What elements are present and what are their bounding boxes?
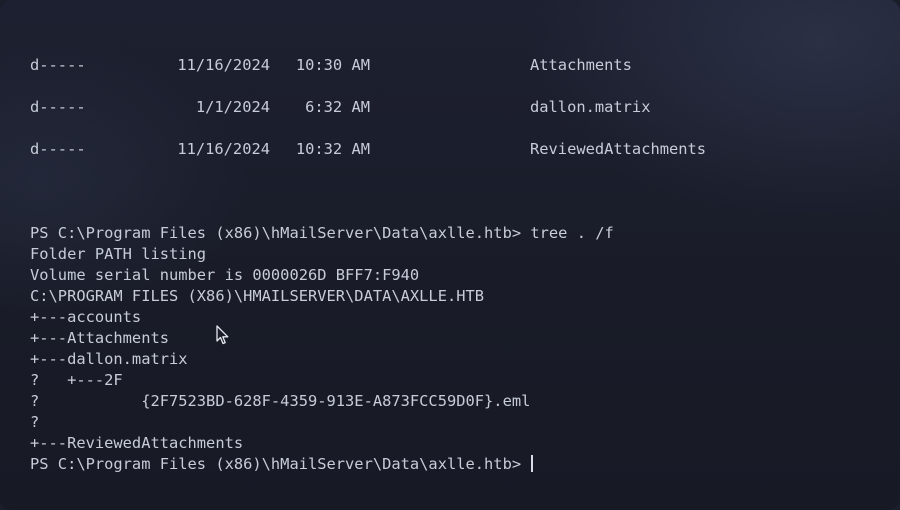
mouse-pointer-icon bbox=[216, 325, 229, 345]
tree-line: ? bbox=[30, 413, 40, 431]
tree-line: ? +---2F bbox=[30, 371, 123, 389]
dir-entry-name: dallon.matrix bbox=[530, 98, 651, 116]
dir-entry-time: 6:32 AM bbox=[305, 98, 370, 116]
dir-entry-time: 10:30 AM bbox=[295, 56, 370, 74]
output-line: Folder PATH listing bbox=[30, 245, 207, 263]
prompt-line[interactable]: PS C:\Program Files (x86)\hMailServer\Da… bbox=[30, 454, 870, 475]
dir-entry-mode: d----- bbox=[30, 140, 86, 158]
tree-line: ? {2F7523BD-628F-4359-913E-A873FCC59D0F}… bbox=[30, 392, 531, 410]
tree-line: +---dallon.matrix bbox=[30, 350, 188, 368]
dir-entry-name: ReviewedAttachments bbox=[530, 140, 707, 158]
dir-entry: d----- 11/16/2024 10:32 AM ReviewedAttac… bbox=[30, 139, 790, 160]
dir-entry-date: 11/16/2024 bbox=[177, 140, 270, 158]
output-line: Volume serial number is 0000026D BFF7:F9… bbox=[30, 266, 420, 284]
prompt-text: PS C:\Program Files (x86)\hMailServer\Da… bbox=[30, 455, 531, 473]
tree-line: +---ReviewedAttachments bbox=[30, 434, 244, 452]
directory-listing: d----- 11/16/2024 10:30 AM Attachments d… bbox=[30, 55, 790, 181]
tree-line: +---Attachments bbox=[30, 329, 169, 347]
dir-entry-name: Attachments bbox=[530, 56, 632, 74]
terminal-output: PS C:\Program Files (x86)\hMailServer\Da… bbox=[30, 223, 870, 475]
command-line: PS C:\Program Files (x86)\hMailServer\Da… bbox=[30, 224, 614, 242]
dir-entry-date: 1/1/2024 bbox=[195, 98, 270, 116]
tree-line: +---accounts bbox=[30, 308, 142, 326]
dir-entry-mode: d----- bbox=[30, 56, 86, 74]
dir-entry: d----- 1/1/2024 6:32 AM dallon.matrix bbox=[30, 97, 790, 118]
text-cursor bbox=[531, 455, 534, 472]
dir-entry-date: 11/16/2024 bbox=[177, 56, 270, 74]
output-line: C:\PROGRAM FILES (X86)\HMAILSERVER\DATA\… bbox=[30, 287, 485, 305]
dir-entry: d----- 11/16/2024 10:30 AM Attachments bbox=[30, 55, 790, 76]
dir-entry-time: 10:32 AM bbox=[295, 140, 370, 158]
dir-entry-mode: d----- bbox=[30, 98, 86, 116]
terminal-window[interactable]: d----- 11/16/2024 10:30 AM Attachments d… bbox=[0, 0, 900, 510]
